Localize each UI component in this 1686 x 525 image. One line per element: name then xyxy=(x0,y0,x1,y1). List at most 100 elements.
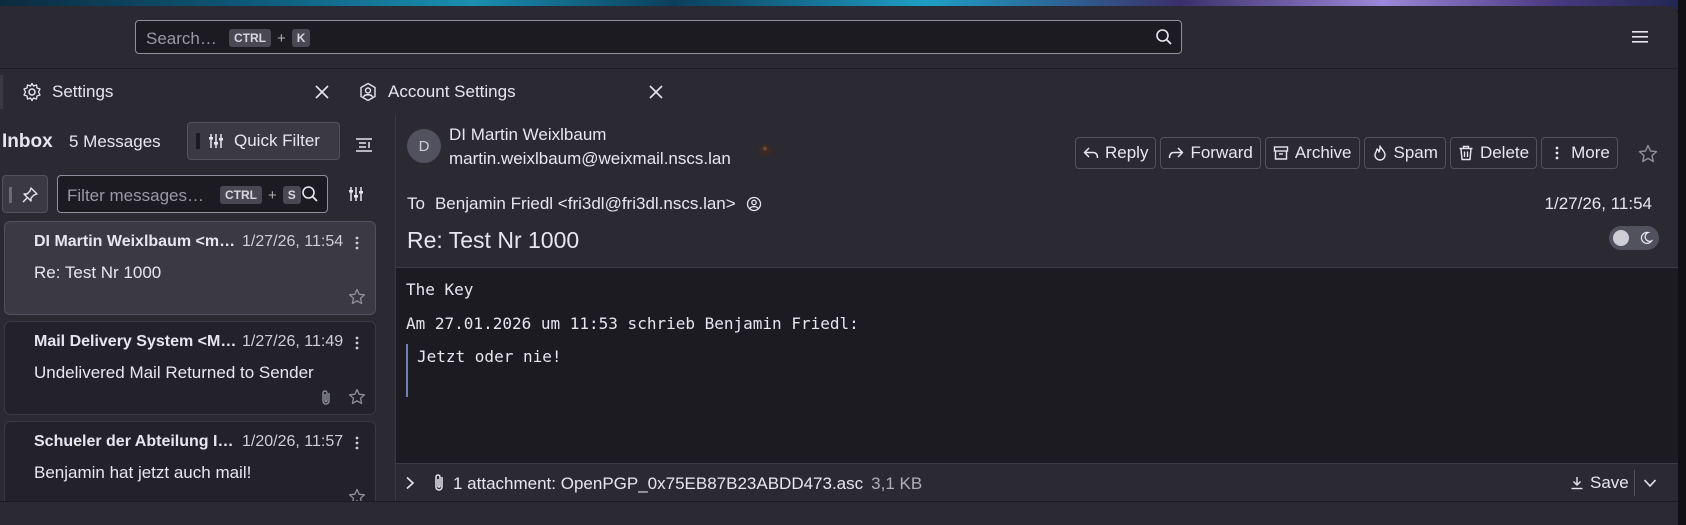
unified-toolbar: Search… CTRL + K xyxy=(0,6,1678,68)
star-icon[interactable] xyxy=(348,288,366,306)
toggle-knob xyxy=(1613,230,1629,246)
quoted-text: Jetzt oder nie! xyxy=(406,344,859,397)
message-date: 1/27/26, 11:54 xyxy=(242,233,344,250)
account-settings-icon xyxy=(360,82,376,102)
message-date: 1/27/26, 11:49 xyxy=(242,333,344,350)
tab-account-settings[interactable]: Account Settings xyxy=(346,69,676,115)
spam-button[interactable]: Spam xyxy=(1363,137,1446,169)
message-card[interactable]: Schueler der Abteilung I… 1/20/26, 11:57… xyxy=(4,421,376,501)
save-label: Save xyxy=(1590,473,1629,492)
download-icon xyxy=(1571,477,1583,490)
shortcut-key-s: S xyxy=(282,186,301,204)
quick-filter-bar: Filter messages… CTRL + S xyxy=(0,173,395,215)
address-book-icon[interactable] xyxy=(758,143,772,157)
attachment-icon xyxy=(435,474,443,491)
more-label: More xyxy=(1571,143,1610,162)
status-bar xyxy=(0,501,1678,525)
filter-options-icon[interactable] xyxy=(348,186,364,202)
message-pane: D DI Martin Weixlbaum martin.weixlbaum@w… xyxy=(396,115,1678,502)
attachment-summary: 1 attachment: OpenPGP_0x75EB87B23ABDD473… xyxy=(453,474,922,494)
message-card[interactable]: Mail Delivery System <M… 1/27/26, 11:49 … xyxy=(4,321,376,415)
from-email[interactable]: martin.weixlbaum@weixmail.nscs.lan xyxy=(449,149,731,169)
message-subject-title: Re: Test Nr 1000 xyxy=(407,227,580,253)
message-sender: Mail Delivery System <M… xyxy=(34,333,237,350)
thread-pane: Inbox 5 Messages Quick Filter Filter mes… xyxy=(0,115,396,501)
forward-label: Forward xyxy=(1190,143,1253,162)
quote-line: Jetzt oder nie! xyxy=(417,347,562,366)
forward-icon xyxy=(1169,147,1184,159)
display-options-icon[interactable] xyxy=(355,136,373,154)
archive-icon xyxy=(1273,146,1289,160)
thread-pane-header: Inbox 5 Messages Quick Filter xyxy=(0,115,395,165)
attachment-name: 1 attachment: OpenPGP_0x75EB87B23ABDD473… xyxy=(453,474,864,493)
quick-filter-icon xyxy=(209,134,223,148)
reply-button[interactable]: Reply xyxy=(1075,137,1157,169)
avatar: D xyxy=(407,129,441,163)
attachment-icon xyxy=(322,390,330,405)
chevron-down-icon[interactable] xyxy=(1643,476,1657,490)
shortcut-key-ctrl: CTRL xyxy=(220,186,262,204)
message-sender: Schueler der Abteilung I… xyxy=(34,433,234,450)
message-sender: DI Martin Weixlbaum <m… xyxy=(34,233,236,250)
close-icon[interactable] xyxy=(649,85,663,99)
message-subject: Re: Test Nr 1000 xyxy=(34,263,162,282)
to-label: To xyxy=(407,194,425,213)
close-icon[interactable] xyxy=(315,85,329,99)
to-recipient[interactable]: Benjamin Friedl <fri3dl@fri3dl.nscs.lan> xyxy=(435,194,736,214)
moon-icon xyxy=(1640,231,1653,245)
tab-settings-label: Settings xyxy=(52,82,114,101)
dark-reader-toggle[interactable] xyxy=(1609,226,1659,250)
save-attachment-button[interactable]: Save xyxy=(1570,468,1629,498)
filter-shortcut: CTRL + S xyxy=(220,186,301,204)
body-line: The Key xyxy=(406,280,474,299)
chevron-right-icon[interactable] xyxy=(404,476,416,490)
attachment-bar[interactable]: 1 attachment: OpenPGP_0x75EB87B23ABDD473… xyxy=(396,463,1678,502)
shortcut-key-k: K xyxy=(291,29,311,47)
button-divider xyxy=(1634,470,1635,496)
pin-filter-button[interactable] xyxy=(2,175,48,213)
pin-indicator xyxy=(9,187,12,203)
star-icon[interactable] xyxy=(348,488,366,501)
global-search-input[interactable]: Search… CTRL + K xyxy=(135,20,1182,54)
archive-button[interactable]: Archive xyxy=(1264,137,1360,169)
star-icon[interactable] xyxy=(1638,144,1658,164)
recipient-row: To Benjamin Friedl <fri3dl@fri3dl.nscs.l… xyxy=(407,194,762,214)
folder-title: Inbox xyxy=(2,131,53,152)
search-shortcut: CTRL + K xyxy=(229,29,311,47)
mail-content: Inbox 5 Messages Quick Filter Filter mes… xyxy=(0,115,1678,502)
shortcut-key-ctrl: CTRL xyxy=(229,29,271,47)
from-name[interactable]: DI Martin Weixlbaum xyxy=(449,125,606,145)
gear-icon xyxy=(23,82,41,102)
flame-icon xyxy=(1373,145,1386,161)
tab-account-settings-label: Account Settings xyxy=(388,82,516,101)
message-actions: Reply Forward Archive Spam Delete More xyxy=(1075,137,1618,169)
thunderbird-window: Search… CTRL + K Settings Account Settin… xyxy=(0,6,1678,525)
contact-icon[interactable] xyxy=(746,196,762,212)
shortcut-plus: + xyxy=(268,186,277,204)
quick-filter-button[interactable]: Quick Filter xyxy=(187,122,340,160)
kebab-menu-icon[interactable] xyxy=(355,435,359,451)
spam-label: Spam xyxy=(1393,143,1438,162)
message-count: 5 Messages xyxy=(69,132,161,151)
message-date: 1/27/26, 11:54 xyxy=(1544,194,1652,213)
kebab-menu-icon[interactable] xyxy=(355,335,359,351)
delete-label: Delete xyxy=(1479,143,1530,162)
search-icon[interactable] xyxy=(1155,28,1173,46)
message-card[interactable]: DI Martin Weixlbaum <m… 1/27/26, 11:54 R… xyxy=(4,221,376,315)
message-list: DI Martin Weixlbaum <m… 1/27/26, 11:54 R… xyxy=(0,219,395,501)
message-body: The Key Am 27.01.2026 um 11:53 schrieb B… xyxy=(406,280,859,397)
delete-button[interactable]: Delete xyxy=(1449,137,1538,169)
more-button[interactable]: More xyxy=(1541,137,1618,169)
message-subject: Undelivered Mail Returned to Sender xyxy=(34,363,314,382)
filter-messages-input[interactable]: Filter messages… CTRL + S xyxy=(57,175,328,213)
trash-icon xyxy=(1459,145,1473,161)
tab-settings[interactable]: Settings xyxy=(0,69,340,115)
window-edge xyxy=(1678,0,1686,525)
body-line: Am 27.01.2026 um 11:53 schrieb Benjamin … xyxy=(406,314,859,333)
kebab-menu-icon[interactable] xyxy=(355,235,359,251)
quick-filter-label: Quick Filter xyxy=(234,131,320,150)
forward-button[interactable]: Forward xyxy=(1160,137,1261,169)
search-icon[interactable] xyxy=(301,185,319,203)
star-icon[interactable] xyxy=(348,388,366,406)
app-menu-icon[interactable] xyxy=(1630,28,1650,46)
